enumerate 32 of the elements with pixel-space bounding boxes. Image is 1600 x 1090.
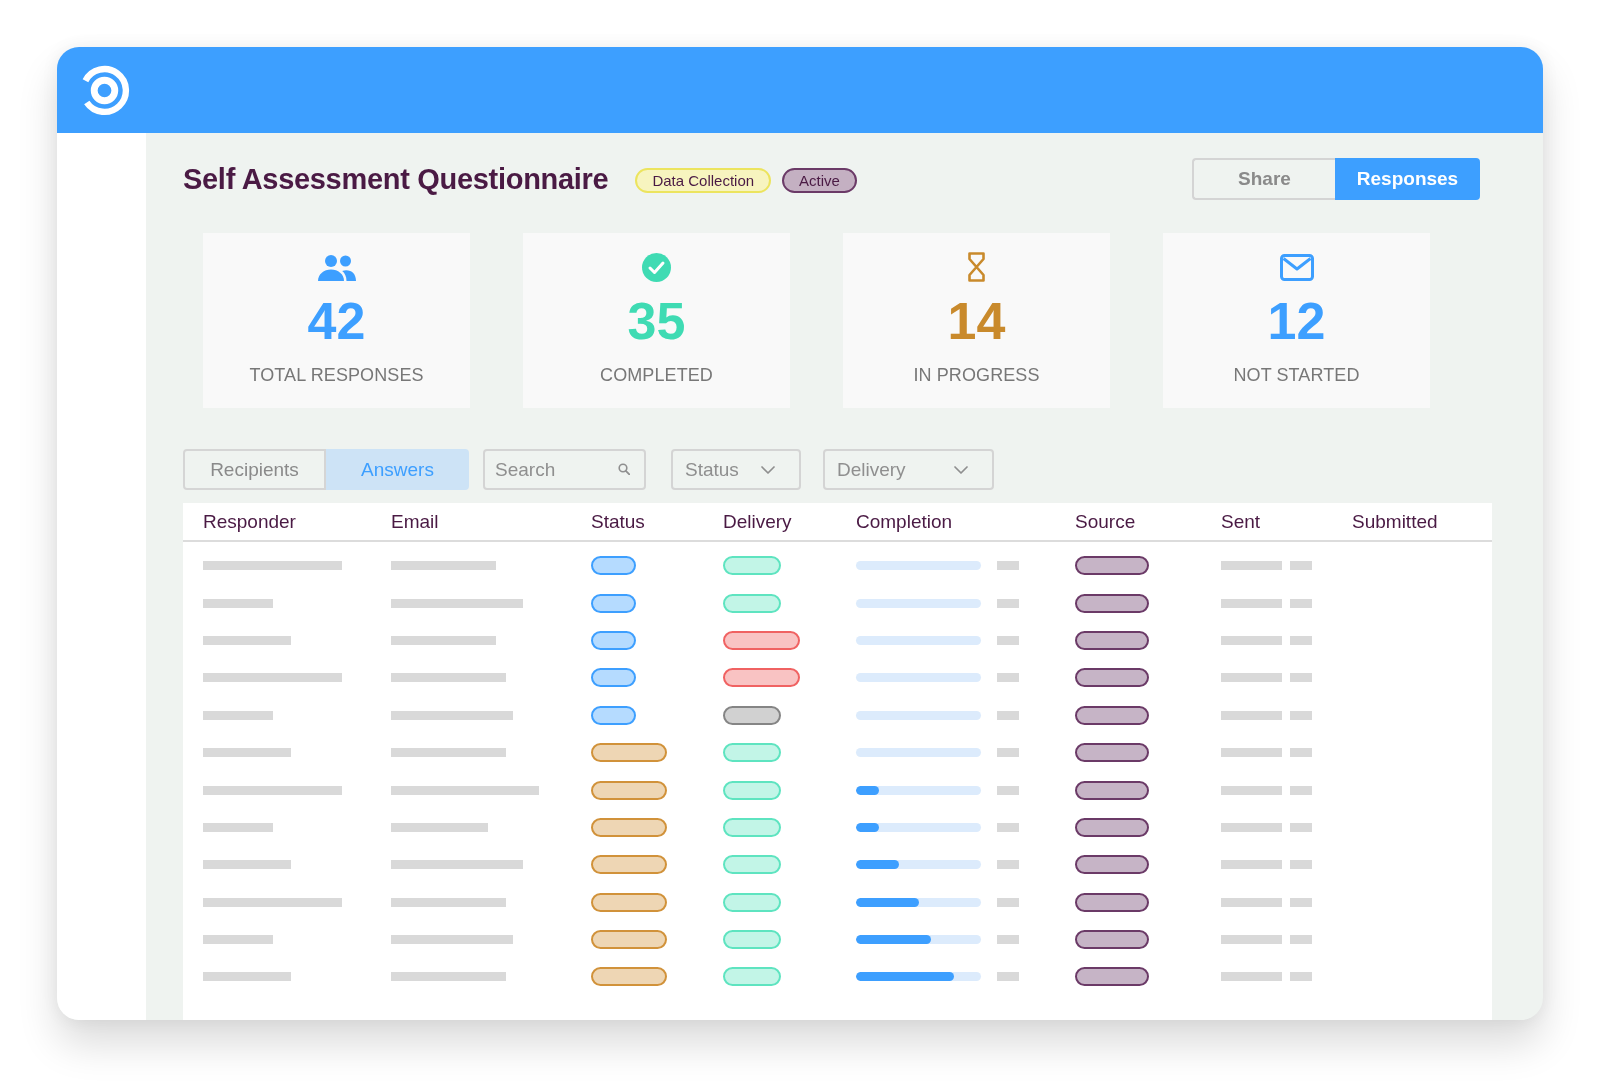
column-header: Status [591, 510, 645, 532]
column-header: Responder [203, 510, 296, 532]
column-header: Email [391, 510, 439, 532]
status-badge: Data Collection [635, 168, 772, 193]
stat-value: 12 [1267, 295, 1326, 347]
chevron-down-icon [761, 465, 775, 474]
view-tab[interactable]: Responses [1335, 158, 1480, 200]
stat-label: TOTAL RESPONSES [249, 364, 424, 386]
chevron-down-icon [954, 465, 968, 474]
column-header: Submitted [1352, 510, 1438, 532]
page-title: Self Assessment Questionnaire [183, 162, 609, 196]
hourglass-icon [967, 252, 986, 282]
envelope-icon [1279, 253, 1314, 281]
column-header: Source [1075, 510, 1136, 532]
search-icon [618, 463, 630, 475]
filter-dropdown[interactable]: Delivery [823, 449, 994, 490]
stat-label: IN PROGRESS [913, 364, 1040, 386]
stat-label: NOT STARTED [1233, 364, 1360, 386]
check-circle-icon [642, 252, 671, 282]
column-header: Completion [856, 510, 953, 532]
column-header: Delivery [723, 510, 792, 532]
stat-value: 42 [307, 295, 366, 347]
column-header: Sent [1221, 510, 1261, 532]
stat-value: 35 [627, 295, 686, 347]
segment-tab[interactable]: Answers [326, 449, 469, 490]
stat-value: 14 [947, 295, 1006, 347]
search-field[interactable]: Search [483, 449, 646, 490]
segment-tab[interactable]: Recipients [183, 449, 326, 490]
stat-label: COMPLETED [600, 364, 713, 386]
people-icon [316, 253, 357, 281]
status-badge: Active [782, 168, 857, 193]
filter-dropdown[interactable]: Status [671, 449, 801, 490]
